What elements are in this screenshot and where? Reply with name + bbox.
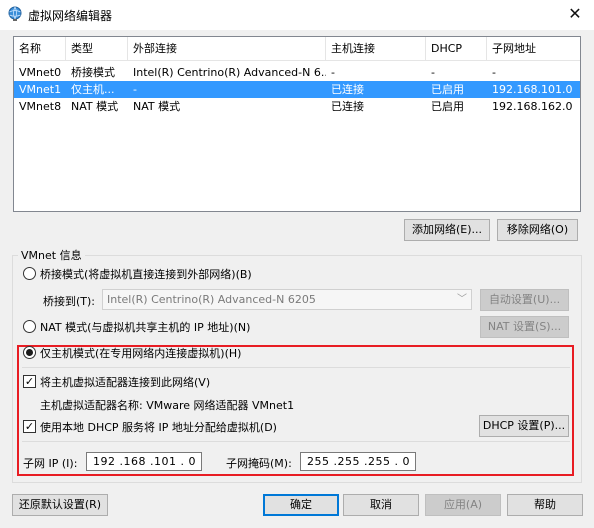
bridged-mode-label[interactable]: 桥接模式(将虚拟机直接连接到外部网络)(B) [40, 266, 252, 282]
column-header-subnet[interactable]: 子网地址 [487, 37, 580, 61]
connect-adapter-label[interactable]: 将主机虚拟适配器连接到此网络(V) [40, 374, 210, 390]
window-title: 虚拟网络编辑器 [28, 9, 113, 23]
nat-mode-label[interactable]: NAT 模式(与虚拟机共享主机的 IP 地址)(N) [40, 319, 250, 335]
separator [22, 367, 570, 368]
bridged-to-value: Intel(R) Centrino(R) Advanced-N 6205 [107, 293, 316, 306]
auto-settings-button[interactable]: 自动设置(U)... [480, 289, 569, 311]
vmnet-info-title: VMnet 信息 [18, 247, 85, 263]
connect-adapter-checkbox[interactable]: ✓ [23, 375, 36, 388]
subnet-ip-input[interactable]: 192 .168 .101 . 0 [86, 452, 202, 471]
cell-external: NAT 模式 [133, 100, 181, 113]
nat-settings-button[interactable]: NAT 设置(S)... [480, 316, 569, 338]
separator [22, 441, 570, 442]
cell-type: 仅主机... [71, 83, 115, 96]
cell-name: VMnet0 [19, 66, 62, 79]
chevron-down-icon: ﹀ [457, 294, 467, 305]
bridged-mode-radio[interactable] [23, 267, 36, 280]
cell-dhcp: 已启用 [431, 100, 464, 113]
cell-external: - [133, 83, 137, 96]
close-icon[interactable]: ✕ [560, 3, 590, 25]
cell-type: NAT 模式 [71, 100, 119, 113]
cell-name: VMnet1 [19, 83, 62, 96]
column-header-external[interactable]: 外部连接 [128, 37, 326, 61]
table-row[interactable]: VMnet8 NAT 模式 NAT 模式 已连接 已启用 192.168.162… [14, 98, 580, 115]
list-header: 名称 类型 外部连接 主机连接 DHCP 子网地址 [14, 37, 580, 61]
hostonly-mode-radio[interactable] [23, 346, 36, 359]
cell-type: 桥接模式 [71, 66, 115, 79]
nat-mode-radio[interactable] [23, 320, 36, 333]
cell-dhcp: 已启用 [431, 83, 464, 96]
cancel-button[interactable]: 取消 [343, 494, 419, 516]
subnet-mask-label: 子网掩码(M): [226, 457, 292, 470]
cell-name: VMnet8 [19, 100, 62, 113]
table-row-selected[interactable]: VMnet1 仅主机... - 已连接 已启用 192.168.101.0 [14, 81, 580, 98]
hostonly-mode-label[interactable]: 仅主机模式(在专用网络内连接虚拟机)(H) [40, 345, 241, 361]
column-header-name[interactable]: 名称 [14, 37, 66, 61]
subnet-ip-label: 子网 IP (I): [23, 457, 78, 470]
cell-host: 已连接 [331, 100, 364, 113]
help-button[interactable]: 帮助 [507, 494, 583, 516]
cell-host: 已连接 [331, 83, 364, 96]
cell-subnet: - [492, 66, 496, 79]
subnet-mask-input[interactable]: 255 .255 .255 . 0 [300, 452, 416, 471]
adapter-name-label: 主机虚拟适配器名称: VMware 网络适配器 VMnet1 [40, 399, 295, 412]
cell-dhcp: - [431, 66, 435, 79]
dhcp-settings-button[interactable]: DHCP 设置(P)... [479, 415, 569, 437]
ok-button[interactable]: 确定 [263, 494, 339, 516]
remove-network-button[interactable]: 移除网络(O) [497, 219, 578, 241]
apply-button[interactable]: 应用(A) [425, 494, 501, 516]
column-header-dhcp[interactable]: DHCP [426, 37, 487, 61]
cell-subnet: 192.168.101.0 [492, 83, 573, 96]
cell-subnet: 192.168.162.0 [492, 100, 573, 113]
table-row[interactable]: VMnet0 桥接模式 Intel(R) Centrino(R) Advance… [14, 64, 580, 81]
bridged-to-select[interactable]: Intel(R) Centrino(R) Advanced-N 6205 ﹀ [102, 289, 472, 310]
column-header-type[interactable]: 类型 [66, 37, 128, 61]
add-network-button[interactable]: 添加网络(E)... [404, 219, 490, 241]
use-dhcp-checkbox[interactable]: ✓ [23, 420, 36, 433]
bridged-to-label: 桥接到(T): [43, 295, 96, 308]
restore-defaults-button[interactable]: 还原默认设置(R) [12, 494, 108, 516]
cell-host: - [331, 66, 335, 79]
cell-external: Intel(R) Centrino(R) Advanced-N 6... [133, 66, 326, 79]
column-header-host[interactable]: 主机连接 [326, 37, 426, 61]
network-list[interactable]: 名称 类型 外部连接 主机连接 DHCP 子网地址 VMnet0 桥接模式 In… [13, 36, 581, 212]
network-globe-icon [8, 6, 22, 21]
use-dhcp-label[interactable]: 使用本地 DHCP 服务将 IP 地址分配给虚拟机(D) [40, 419, 277, 435]
